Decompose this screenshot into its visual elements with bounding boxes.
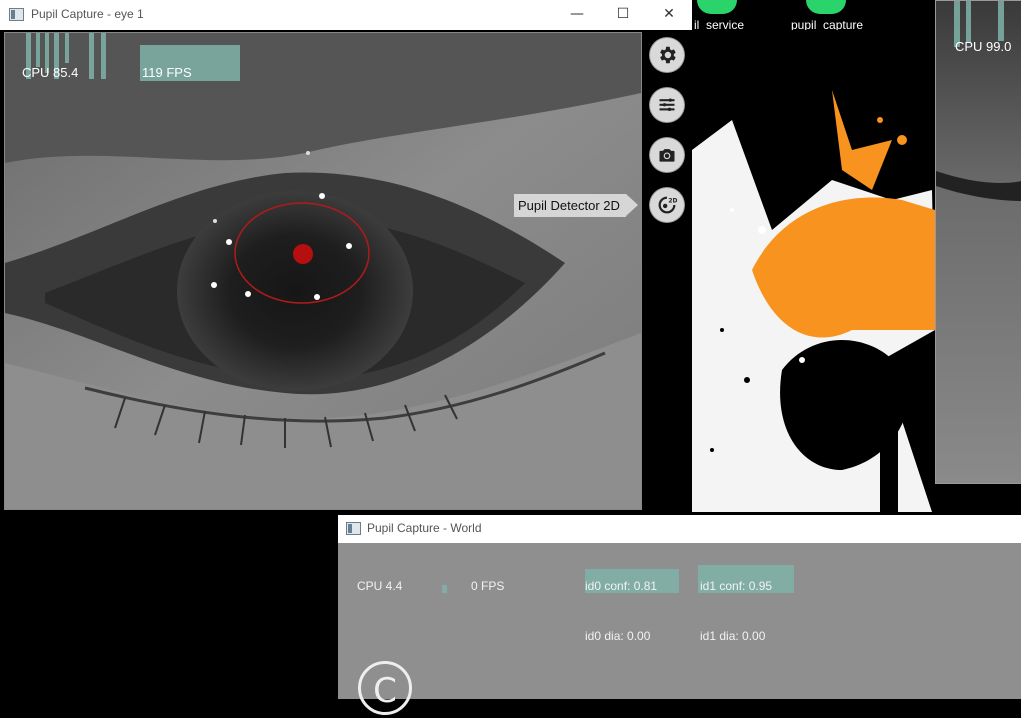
- cpu-graph-bar: [101, 33, 106, 79]
- world-window-title: Pupil Capture - World: [367, 521, 482, 535]
- world-window[interactable]: Pupil Capture - World CPU 4.4 0 FPS id0 …: [338, 515, 1021, 715]
- eye-window[interactable]: Pupil Capture - eye 1 — ☐ ✕ CPU 85.4 119…: [0, 0, 692, 512]
- world-cpu-label: CPU 4.4: [357, 579, 403, 593]
- capture-button[interactable]: [650, 138, 684, 172]
- desktop-icon-pupil-capture[interactable]: [806, 0, 846, 14]
- detector-tooltip: Pupil Detector 2D: [514, 194, 638, 217]
- close-button[interactable]: ✕: [646, 0, 692, 30]
- other-eye-cpu-label: CPU 99.0: [955, 39, 1012, 54]
- camera-icon: [659, 149, 675, 162]
- other-eye-image: [936, 1, 1021, 483]
- fps-graph: [442, 585, 447, 593]
- menu-button[interactable]: [650, 88, 684, 122]
- cpu-graph-bar: [89, 33, 94, 79]
- cpu-graph-bar: [36, 33, 40, 67]
- cpu-graph-bar: [65, 33, 69, 63]
- detector-2d-badge: 2D: [668, 197, 677, 204]
- eye-window-titlebar[interactable]: Pupil Capture - eye 1 — ☐ ✕: [0, 0, 692, 30]
- pupil-center-dot: [293, 244, 313, 264]
- eye-cpu-label: CPU 85.4: [22, 65, 79, 80]
- detector-2d-icon: 2D: [658, 196, 678, 214]
- detector-2d-button[interactable]: 2D: [650, 188, 684, 222]
- eye-camera-image: [5, 33, 641, 509]
- id0-conf-label: id0 conf: 0.81: [585, 579, 658, 593]
- gear-icon: [660, 46, 676, 64]
- id0-dia-label: id0 dia: 0.00: [585, 629, 651, 643]
- desktop-icon-service[interactable]: [697, 0, 737, 14]
- app-window-icon: [346, 522, 361, 535]
- world-camera-view[interactable]: CPU 4.4 0 FPS id0 conf: 0.81 id1 conf: 0…: [338, 543, 1021, 715]
- eye-window-title: Pupil Capture - eye 1: [31, 7, 144, 21]
- maximize-button[interactable]: ☐: [600, 0, 646, 30]
- app-window-icon: [9, 8, 24, 21]
- minimize-button[interactable]: —: [554, 0, 600, 30]
- eye-camera-view[interactable]: CPU 85.4 119 FPS: [4, 32, 642, 510]
- cpu-graph-bar: [966, 1, 971, 43]
- settings-button[interactable]: [650, 38, 684, 72]
- other-eye-window[interactable]: CPU 99.0: [935, 0, 1021, 484]
- eye-fps-label: 119 FPS: [142, 65, 192, 80]
- cpu-graph-bar: [998, 1, 1004, 41]
- id1-dia-label: id1 dia: 0.00: [700, 629, 766, 643]
- capture-logo-icon: C: [358, 661, 412, 715]
- world-fps-label: 0 FPS: [471, 579, 505, 593]
- list-icon: [659, 98, 675, 111]
- world-window-titlebar[interactable]: Pupil Capture - World: [338, 515, 1021, 543]
- id1-conf-label: id1 conf: 0.95: [700, 579, 773, 593]
